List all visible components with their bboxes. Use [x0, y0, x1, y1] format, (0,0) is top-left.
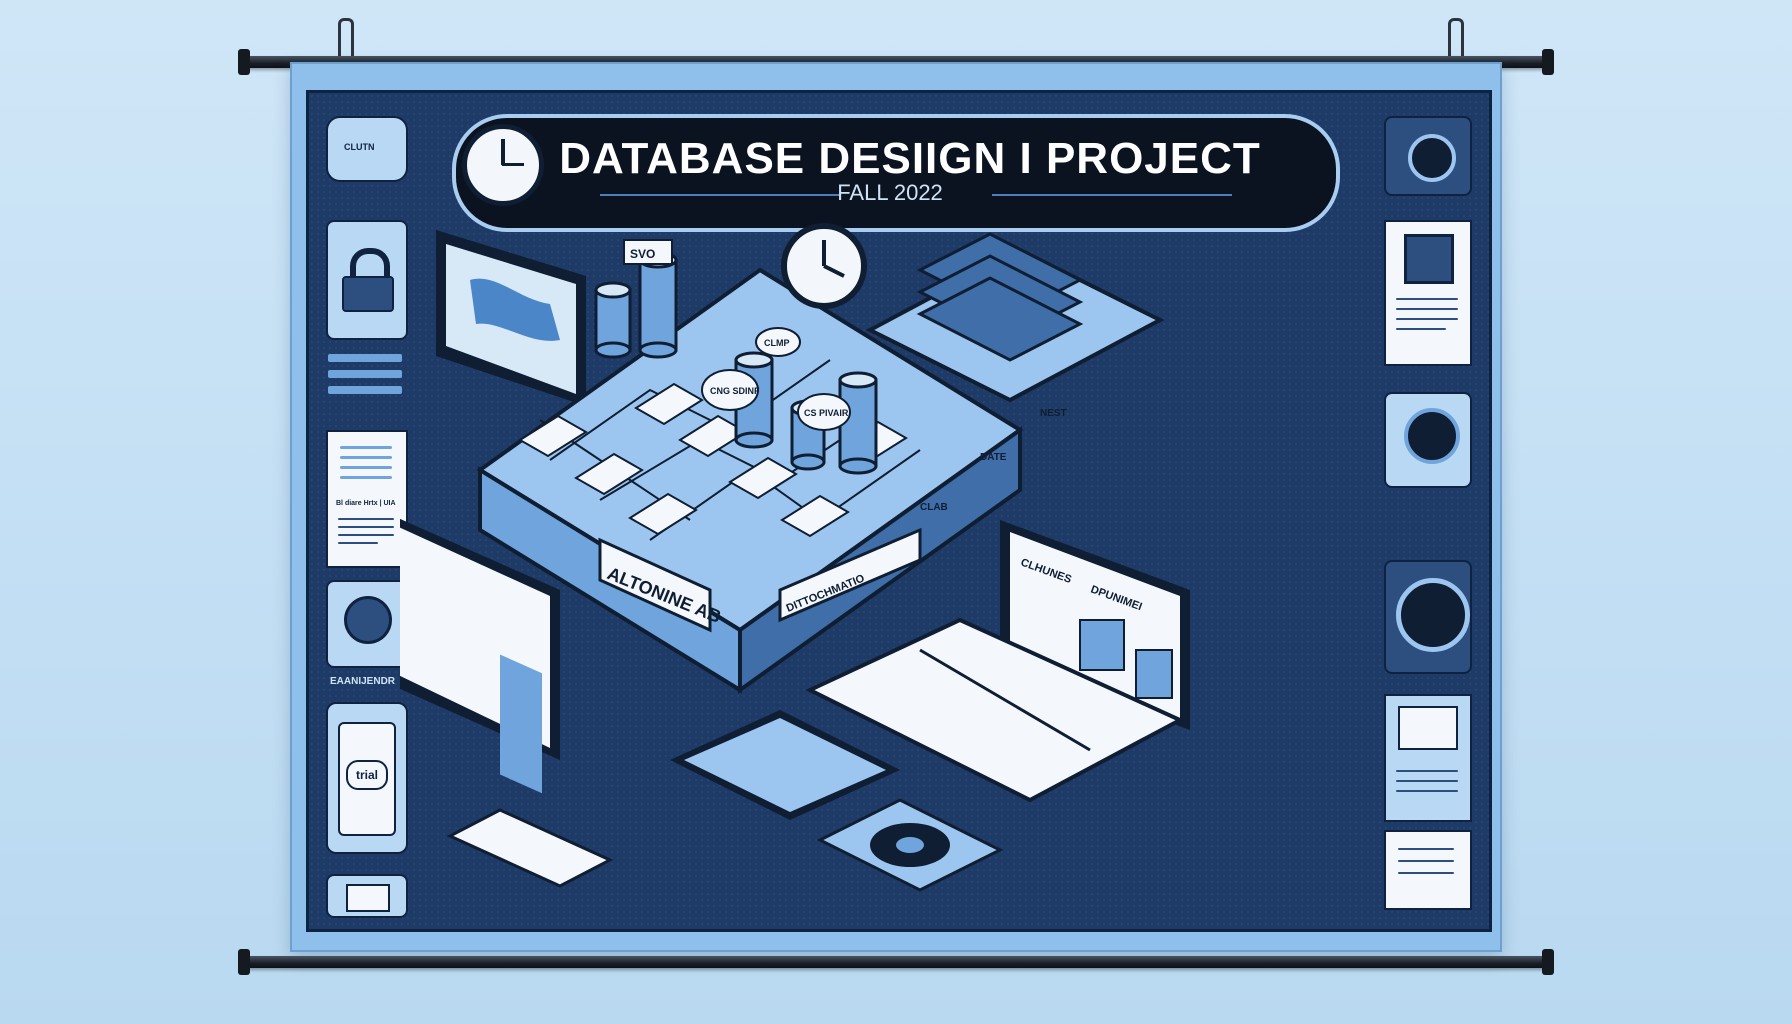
clab-tag: CLAB	[920, 502, 948, 513]
clmp-tag: CLMP	[764, 338, 790, 348]
right-logo-card	[1384, 220, 1472, 366]
camera-icon	[1408, 134, 1456, 182]
left-strip-2	[328, 370, 402, 378]
left-card-text: Bl diare Hrtx | UIA	[336, 500, 396, 507]
central-illustration: SVO CNG SDINF CLMP CS PIVAIR CLAB NEST D…	[400, 223, 1190, 892]
date-tag: DATE	[980, 452, 1007, 463]
disc-icon	[1396, 578, 1470, 652]
left-document-card: Bl diare Hrtx | UIA	[326, 430, 408, 568]
bottom-rod	[238, 949, 1554, 975]
phone-card: trial	[326, 702, 408, 854]
envelope-icon	[346, 884, 390, 912]
poster-title: DATABASE DESIIGN I PROJECT	[559, 134, 1261, 183]
left-strip-3	[328, 386, 402, 394]
trial-tag: trial	[346, 760, 388, 790]
keyboard-icon	[446, 808, 614, 888]
envelope-card	[326, 874, 408, 918]
speaker-card	[1384, 392, 1472, 488]
webcam-icon	[344, 596, 392, 644]
phone-icon: trial	[338, 722, 396, 836]
map-monitor-icon	[436, 230, 586, 406]
right-doc-card	[1384, 694, 1472, 822]
exam-label: EAANIJENDR	[330, 676, 396, 687]
cloud-badge-card: CLUTN	[326, 116, 408, 182]
cng-tag: CNG SDINF	[710, 386, 760, 396]
cloud-badge-text: CLUTN	[344, 142, 375, 152]
disc-card	[1384, 560, 1472, 674]
webcam-card	[326, 580, 408, 668]
nest-tag: NEST	[1040, 408, 1067, 419]
wall-clock-icon	[781, 223, 867, 309]
svo-tag: SVO	[630, 247, 655, 261]
cs-tag: CS PIVAIR	[804, 408, 849, 418]
lock-icon	[342, 248, 394, 312]
tablet-icon	[670, 710, 900, 820]
speaker-icon	[1404, 408, 1460, 464]
lock-card	[326, 220, 408, 340]
poster-subtitle: FALL 2022	[837, 180, 943, 205]
logo-icon	[1404, 234, 1454, 284]
right-checklist-card	[1384, 830, 1472, 910]
right-top-hook-icon	[1448, 18, 1464, 61]
left-top-hook-icon	[338, 18, 354, 61]
camera-card	[1384, 116, 1472, 196]
record-icon	[816, 798, 1004, 892]
left-strip-1	[328, 354, 402, 362]
